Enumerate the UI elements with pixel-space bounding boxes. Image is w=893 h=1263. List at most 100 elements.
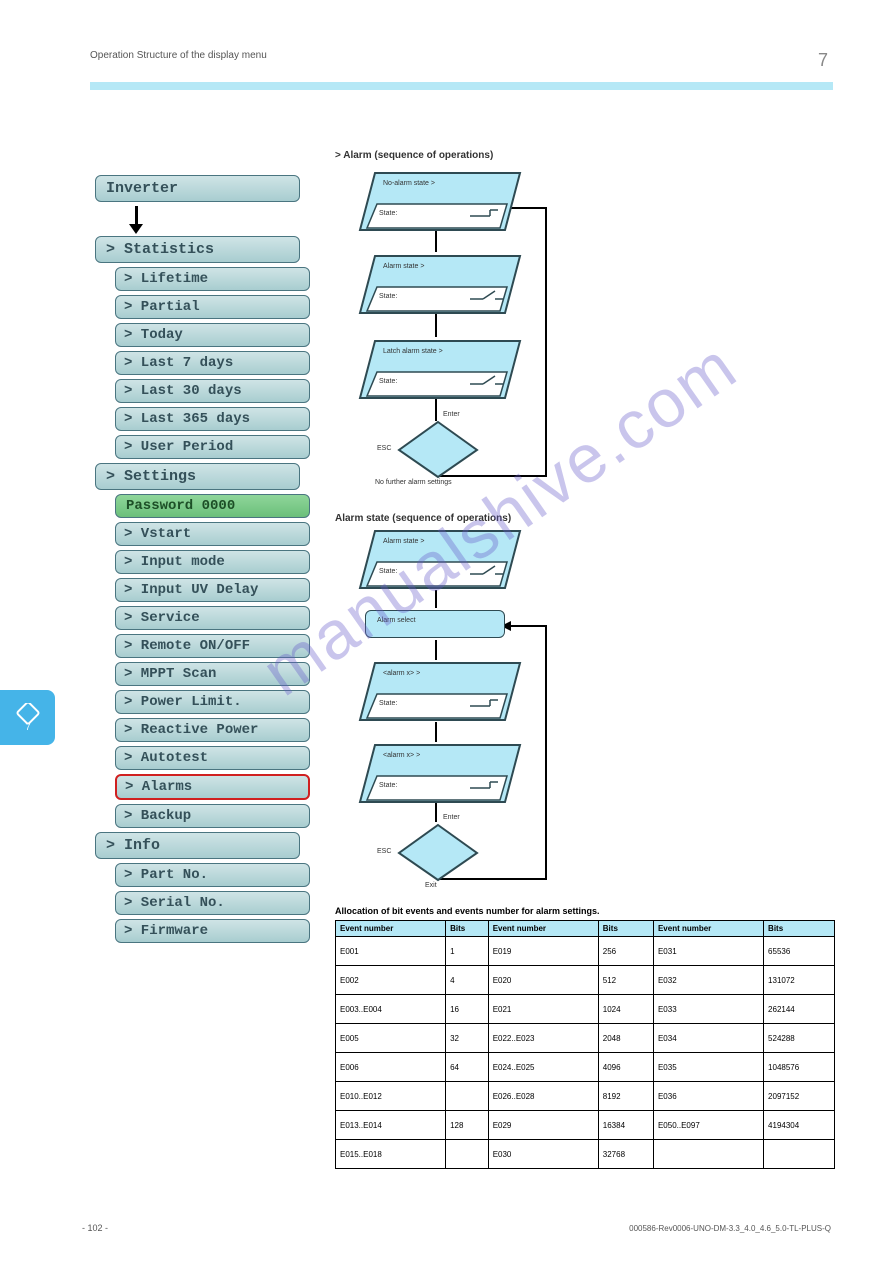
td: 65536: [764, 937, 835, 966]
td: [446, 1140, 489, 1169]
td: 256: [598, 937, 653, 966]
flow-node-sublabel: State:: [379, 568, 397, 575]
flow-b-title: Alarm state (sequence of operations): [335, 513, 835, 524]
menu-item[interactable]: > Remote ON/OFF: [115, 634, 310, 658]
flow-node-label: <alarm x> >: [383, 752, 420, 759]
td: E003..E004: [336, 995, 446, 1024]
flow-decision: Enter ESC: [395, 419, 481, 486]
td: 131072: [764, 966, 835, 995]
menu-item-alarms[interactable]: > Alarms: [115, 774, 310, 800]
flow-node-label: Alarm state >: [383, 263, 424, 270]
td: 4194304: [764, 1111, 835, 1140]
menu-item[interactable]: > Firmware: [115, 919, 310, 943]
th: Bits: [764, 921, 835, 937]
menu-password[interactable]: Password 0000: [115, 494, 310, 518]
th: Event number: [488, 921, 598, 937]
td: 1024: [598, 995, 653, 1024]
menu-item[interactable]: > Serial No.: [115, 891, 310, 915]
menu-item[interactable]: > Today: [115, 323, 310, 347]
chapter-number: 7: [818, 50, 828, 71]
menu-item[interactable]: > MPPT Scan: [115, 662, 310, 686]
td: 32768: [598, 1140, 653, 1169]
table-row: E015..E018 E03032768: [336, 1140, 835, 1169]
td: 4096: [598, 1053, 653, 1082]
arrow-down-icon: [135, 206, 315, 236]
menu-item[interactable]: > Last 7 days: [115, 351, 310, 375]
flow-node-label: <alarm x> >: [383, 670, 420, 677]
td: 524288: [764, 1024, 835, 1053]
td: E015..E018: [336, 1140, 446, 1169]
menu-item[interactable]: > Power Limit.: [115, 690, 310, 714]
flow-node: Alarm state > State:: [355, 530, 525, 597]
menu-item[interactable]: > Last 30 days: [115, 379, 310, 403]
td: E030: [488, 1140, 598, 1169]
side-tab: 7: [0, 690, 55, 745]
menu-item[interactable]: > Service: [115, 606, 310, 630]
menu-item[interactable]: > Vstart: [115, 522, 310, 546]
td: 1: [446, 937, 489, 966]
td: 16384: [598, 1111, 653, 1140]
table-header-row: Event number Bits Event number Bits Even…: [336, 921, 835, 937]
td: E024..E025: [488, 1053, 598, 1082]
menu-statistics[interactable]: > Statistics: [95, 236, 300, 263]
decision-label-left: ESC: [377, 445, 391, 452]
menu-item[interactable]: > Input mode: [115, 550, 310, 574]
menu-item[interactable]: > Lifetime: [115, 267, 310, 291]
td: [764, 1140, 835, 1169]
td: 64: [446, 1053, 489, 1082]
flow-a-title: > Alarm (sequence of operations): [335, 150, 835, 161]
menu-settings[interactable]: > Settings: [95, 463, 300, 490]
td: E034: [653, 1024, 763, 1053]
menu-item[interactable]: > Reactive Power: [115, 718, 310, 742]
td: E006: [336, 1053, 446, 1082]
menu-item[interactable]: > Partial: [115, 295, 310, 319]
flow-node-sublabel: State:: [379, 378, 397, 385]
menu-item[interactable]: > Input UV Delay: [115, 578, 310, 602]
menu-item[interactable]: > User Period: [115, 435, 310, 459]
flow-node-sublabel: State:: [379, 210, 397, 217]
page-number: - 102 -: [82, 1223, 108, 1233]
menu-item[interactable]: > Backup: [115, 804, 310, 828]
th: Bits: [598, 921, 653, 937]
td: 1048576: [764, 1053, 835, 1082]
td: 512: [598, 966, 653, 995]
side-tab-icon: 7: [13, 703, 43, 733]
td: E036: [653, 1082, 763, 1111]
flow-decision: Enter ESC: [395, 822, 481, 889]
flowchart-a: No-alarm state > State: Alarm state > St…: [335, 167, 615, 507]
td: E020: [488, 966, 598, 995]
td: 2048: [598, 1024, 653, 1053]
menu-item[interactable]: > Last 365 days: [115, 407, 310, 431]
table-title: Allocation of bit events and events numb…: [335, 906, 835, 916]
td: 128: [446, 1111, 489, 1140]
td: E013..E014: [336, 1111, 446, 1140]
td: E021: [488, 995, 598, 1024]
menu-info[interactable]: > Info: [95, 832, 300, 859]
flow-node: <alarm x> > State:: [355, 662, 525, 729]
table-row: E00532E022..E0232048E034524288: [336, 1024, 835, 1053]
td: 16: [446, 995, 489, 1024]
table-row: E003..E00416E0211024E033262144: [336, 995, 835, 1024]
table-row: E0024E020512E032131072: [336, 966, 835, 995]
td: E010..E012: [336, 1082, 446, 1111]
menu-item[interactable]: > Part No.: [115, 863, 310, 887]
menu-tree: Inverter > Statistics > Lifetime > Parti…: [95, 175, 315, 947]
td: 4: [446, 966, 489, 995]
manual-page: Operation Structure of the display menu …: [0, 0, 893, 1263]
td: 8192: [598, 1082, 653, 1111]
flow-process-label: Alarm select: [377, 617, 416, 624]
th: Event number: [653, 921, 763, 937]
menu-item[interactable]: > Autotest: [115, 746, 310, 770]
decision-label-top: Enter: [443, 411, 460, 418]
table-row: E013..E014128E02916384E050..E0974194304: [336, 1111, 835, 1140]
td: [446, 1082, 489, 1111]
flow-node-sublabel: State:: [379, 700, 397, 707]
flow-node: No-alarm state > State:: [355, 172, 525, 239]
flow-node-sublabel: State:: [379, 293, 397, 300]
flow-node-sublabel: State:: [379, 782, 397, 789]
td: E005: [336, 1024, 446, 1053]
th: Bits: [446, 921, 489, 937]
td: E026..E028: [488, 1082, 598, 1111]
td: E032: [653, 966, 763, 995]
menu-root[interactable]: Inverter: [95, 175, 300, 202]
